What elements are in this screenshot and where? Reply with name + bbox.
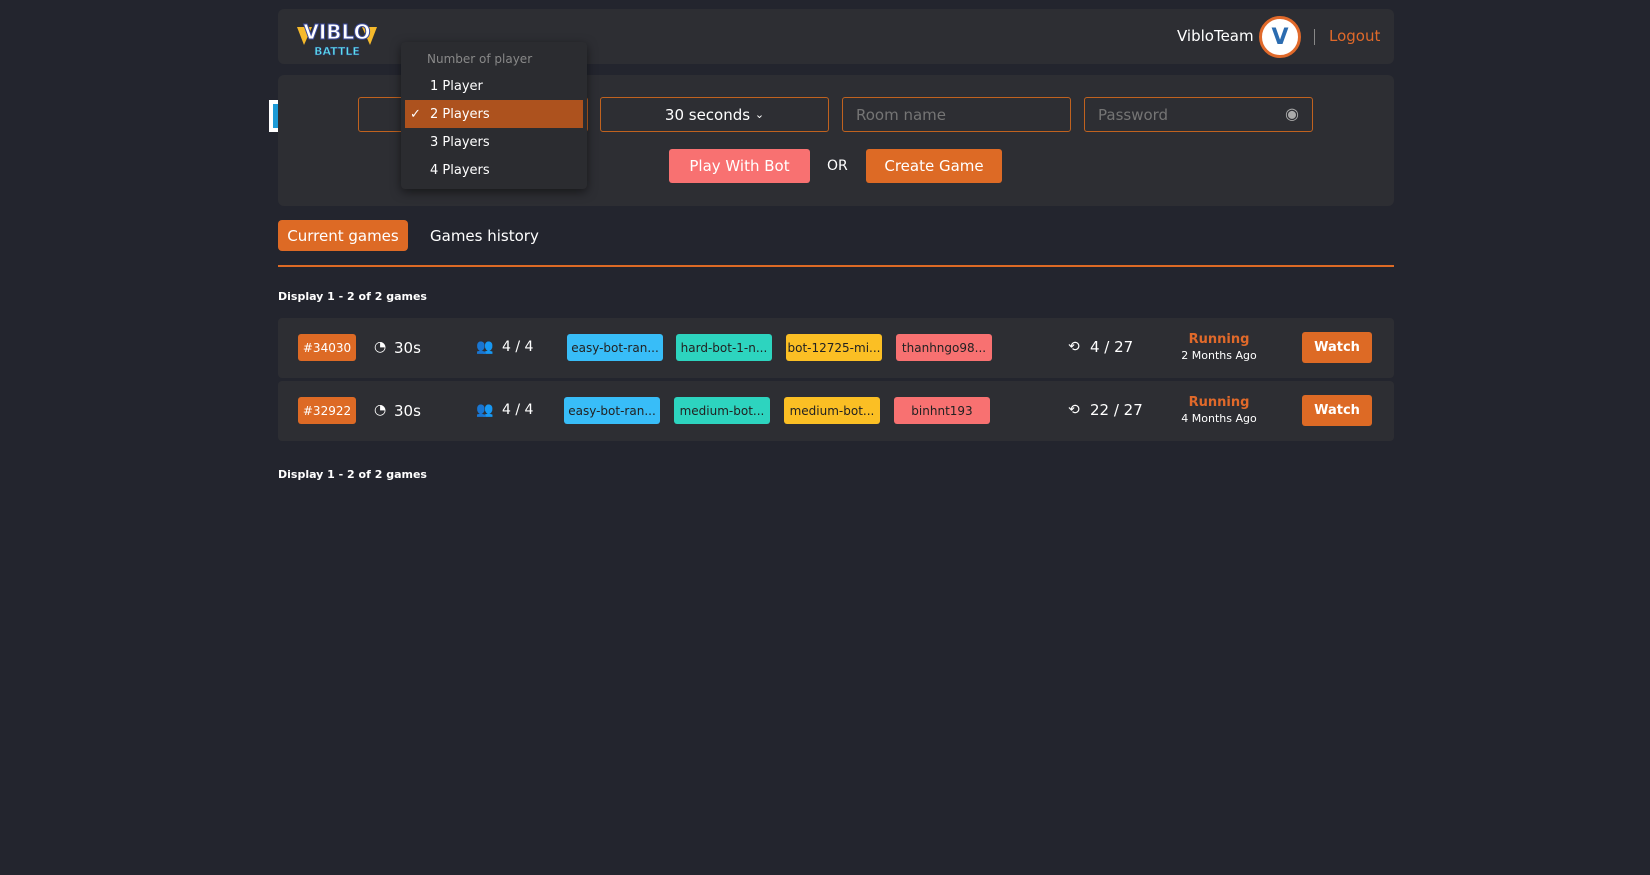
rounds-count: 4 / 27 — [1090, 338, 1134, 356]
play-with-bot-button[interactable]: Play With Bot — [669, 149, 810, 183]
player-chip[interactable]: bot-12725-mi... — [786, 334, 882, 361]
clock-icon: ◔ — [374, 402, 387, 418]
password-input[interactable] — [1084, 97, 1313, 132]
option-3-players[interactable]: 3 Players — [405, 128, 583, 156]
option-2-players[interactable]: ✓ 2 Players — [405, 100, 583, 128]
avatar[interactable]: V — [1259, 16, 1301, 58]
logout-link[interactable]: Logout — [1329, 27, 1380, 45]
player-chip[interactable]: easy-bot-ran... — [567, 334, 663, 361]
watch-button[interactable]: Watch — [1302, 332, 1372, 363]
option-1-player[interactable]: 1 Player — [405, 72, 583, 100]
game-time: 30s — [394, 402, 421, 420]
check-icon: ✓ — [410, 106, 421, 122]
display-count-top: Display 1 - 2 of 2 games — [278, 290, 427, 303]
players-icon: 👥 — [476, 339, 494, 355]
time-select[interactable]: 30 seconds ⌄ — [600, 97, 829, 132]
players-count: 4 / 4 — [502, 339, 534, 355]
rounds-count: 22 / 27 — [1090, 401, 1143, 419]
divider — [1314, 29, 1315, 45]
viblo-battle-logo[interactable]: VIBLO BATTLE — [292, 15, 382, 59]
player-chip[interactable]: medium-bot... — [674, 397, 770, 424]
rounds-icon: ⟲ — [1068, 339, 1080, 355]
option-label: 2 Players — [430, 106, 490, 122]
logo-subtext: BATTLE — [314, 45, 360, 58]
rounds-icon: ⟲ — [1068, 402, 1080, 418]
game-id-badge: #32922 — [298, 397, 356, 424]
option-4-players[interactable]: 4 Players — [405, 156, 583, 184]
display-count-bottom: Display 1 - 2 of 2 games — [278, 468, 427, 481]
game-status: Running 4 Months Ago — [1178, 395, 1260, 426]
players-count: 4 / 4 — [502, 402, 534, 418]
watch-button[interactable]: Watch — [1302, 395, 1372, 426]
tabs-divider — [278, 265, 1394, 267]
players-dropdown-menu: Number of player 1 Player ✓ 2 Players 3 P… — [401, 42, 587, 189]
time-select-value: 30 seconds — [664, 105, 751, 124]
game-row: #32922 ◔ 30s 👥 4 / 4 easy-bot-ran... mediu… — [278, 381, 1394, 441]
room-name-input[interactable] — [842, 97, 1071, 132]
tab-current-games[interactable]: Current games — [278, 220, 408, 251]
status-label: Running — [1188, 332, 1250, 347]
tab-games-history[interactable]: Games history — [430, 220, 539, 251]
game-id-badge: #34030 — [298, 334, 356, 361]
player-chip[interactable]: thanhngo98... — [896, 334, 992, 361]
players-icon: 👥 — [476, 402, 494, 418]
chevron-down-icon: ⌄ — [754, 108, 765, 121]
create-game-button[interactable]: Create Game — [866, 149, 1002, 183]
player-chip[interactable]: medium-bot... — [784, 397, 880, 424]
clock-icon: ◔ — [374, 339, 387, 355]
dropdown-title: Number of player — [427, 52, 533, 66]
time-ago: 4 Months Ago — [1181, 412, 1257, 425]
game-status: Running 2 Months Ago — [1178, 332, 1260, 363]
logo-text: VIBLO — [303, 20, 370, 44]
eye-icon[interactable]: ◉ — [1285, 104, 1299, 123]
game-time: 30s — [394, 339, 421, 357]
game-row: #34030 ◔ 30s 👥 4 / 4 easy-bot-ran... hard-… — [278, 318, 1394, 378]
time-ago: 2 Months Ago — [1181, 349, 1257, 362]
player-chip[interactable]: hard-bot-1-n... — [676, 334, 772, 361]
username: VibloTeam — [1177, 27, 1254, 45]
player-chip[interactable]: binhnt193 — [894, 397, 990, 424]
or-label: OR — [827, 158, 848, 174]
status-label: Running — [1188, 395, 1250, 410]
player-chip[interactable]: easy-bot-ran... — [564, 397, 660, 424]
